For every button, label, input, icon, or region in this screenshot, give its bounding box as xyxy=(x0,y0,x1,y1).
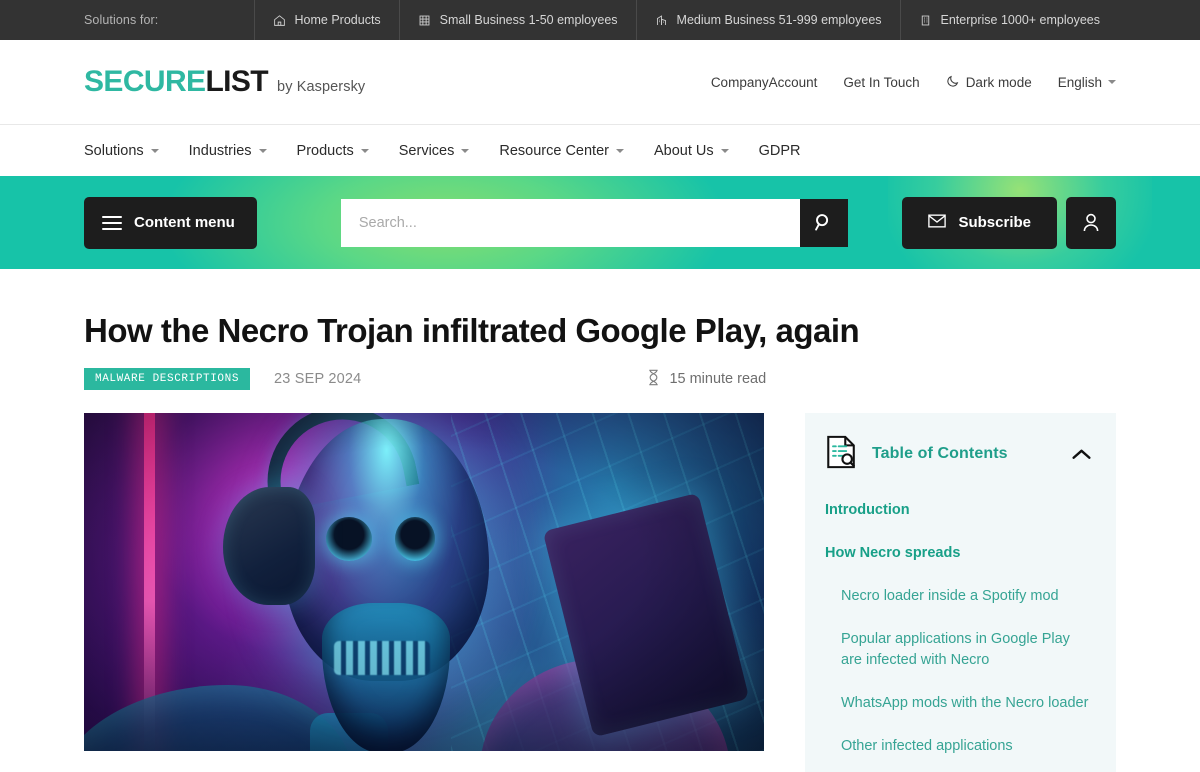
language-label: English xyxy=(1057,74,1102,90)
toc-collapse-button[interactable] xyxy=(1071,448,1092,461)
get-in-touch-link[interactable]: Get In Touch xyxy=(843,75,919,90)
chevron-down-icon xyxy=(1108,80,1116,84)
chevron-down-icon xyxy=(360,148,369,153)
segment-label: Home Products xyxy=(294,13,381,27)
chevron-down-icon xyxy=(720,148,729,153)
content-menu-button[interactable]: Content menu xyxy=(84,196,257,249)
company-account-link[interactable]: CompanyAccount xyxy=(711,75,818,90)
user-icon xyxy=(1083,213,1099,232)
dark-mode-toggle[interactable]: Dark mode xyxy=(946,74,1032,91)
hero-vignette xyxy=(84,412,764,751)
chevron-down-icon xyxy=(615,148,624,153)
audience-segments: Home Products Small Business 1-50 employ… xyxy=(253,0,1200,40)
nav-item-industries[interactable]: Industries xyxy=(189,143,267,159)
nav-item-services[interactable]: Services xyxy=(399,143,470,159)
toc-item-popular-apps-google-play[interactable]: Popular applications in Google Play are … xyxy=(841,629,1092,671)
get-in-touch-label: Get In Touch xyxy=(843,74,920,90)
toc-item-necro-loader-spotify-mod[interactable]: Necro loader inside a Spotify mod xyxy=(841,586,1092,607)
segment-label: Small Business 1-50 employees xyxy=(439,13,618,27)
search-icon xyxy=(815,214,829,231)
segment-label: Medium Business 51-999 employees xyxy=(676,13,882,27)
read-time-label: 15 minute read xyxy=(669,371,767,388)
dark-mode-label: Dark mode xyxy=(965,74,1032,90)
subscribe-button[interactable]: Subscribe xyxy=(902,196,1057,249)
nav-label: GDPR xyxy=(758,142,801,159)
nav-label: Products xyxy=(296,142,354,159)
nav-label: Industries xyxy=(188,142,252,159)
home-icon xyxy=(273,14,286,27)
chevron-up-icon xyxy=(1072,449,1091,459)
header-links: CompanyAccount Get In Touch Dark mode En… xyxy=(711,74,1116,91)
content-menu-label: Content menu xyxy=(134,214,235,231)
hourglass-icon xyxy=(647,369,660,390)
chevron-down-icon xyxy=(258,148,267,153)
toc-item-how-necro-spreads[interactable]: How Necro spreads xyxy=(825,543,1092,564)
table-of-contents-panel: Table of Contents Introduction How Necro… xyxy=(805,412,1116,772)
logo-secure: SECURE xyxy=(84,65,206,98)
logo-text: SECURELIST xyxy=(84,65,269,98)
publish-date: 23 SEP 2024 xyxy=(274,371,362,388)
nav-item-resource-center[interactable]: Resource Center xyxy=(499,143,624,159)
toc-icon-svg xyxy=(827,435,855,469)
moon-icon xyxy=(946,74,960,91)
toc-title: Table of Contents xyxy=(872,445,1008,463)
page-title: How the Necro Trojan infiltrated Google … xyxy=(84,312,860,349)
toc-item-whatsapp-mods[interactable]: WhatsApp mods with the Necro loader xyxy=(841,693,1092,714)
solutions-for-label: Solutions for: xyxy=(84,13,159,27)
article-meta: MALWARE DESCRIPTIONS 23 SEP 2024 15 minu… xyxy=(84,368,1116,391)
search-band: Content menu Subscribe xyxy=(0,176,1200,269)
hamburger-icon xyxy=(102,215,122,230)
nav-label: Solutions xyxy=(84,142,144,159)
nav-item-about-us[interactable]: About Us xyxy=(654,143,729,159)
toc-list: Introduction How Necro spreads Necro loa… xyxy=(825,500,1092,772)
article-page: How the Necro Trojan infiltrated Google … xyxy=(0,312,1200,772)
segment-small-business[interactable]: Small Business 1-50 employees xyxy=(398,0,636,40)
account-button[interactable] xyxy=(1066,196,1116,249)
nav-item-solutions[interactable]: Solutions xyxy=(84,143,159,159)
toc-header[interactable]: Table of Contents xyxy=(825,435,1092,474)
toc-item-other-infected-applications[interactable]: Other infected applications xyxy=(841,736,1092,757)
logo-byline: by Kaspersky xyxy=(277,79,366,95)
nav-label: Resource Center xyxy=(499,142,609,159)
utility-topbar: Solutions for: Home Products Small Busin… xyxy=(0,0,1200,40)
company-account-label: CompanyAccount xyxy=(710,74,818,90)
band-actions: Subscribe xyxy=(902,196,1116,249)
document-search-icon xyxy=(825,435,858,474)
envelope-icon xyxy=(928,213,947,232)
chevron-down-icon xyxy=(461,148,470,153)
segment-medium-business[interactable]: Medium Business 51-999 employees xyxy=(635,0,900,40)
site-logo[interactable]: SECURELIST by Kaspersky xyxy=(84,67,365,97)
article-columns: Table of Contents Introduction How Necro… xyxy=(84,412,1116,772)
medium-building-icon xyxy=(655,14,668,27)
subscribe-label: Subscribe xyxy=(958,214,1031,231)
logo-list: LIST xyxy=(205,65,269,98)
nav-label: Services xyxy=(398,142,455,159)
nav-item-products[interactable]: Products xyxy=(297,143,369,159)
search-form xyxy=(340,198,848,247)
chevron-down-icon xyxy=(150,148,159,153)
toc-item-introduction[interactable]: Introduction xyxy=(825,500,1092,521)
search-input[interactable] xyxy=(340,198,800,247)
segment-enterprise[interactable]: Enterprise 1000+ employees xyxy=(899,0,1200,40)
article-hero-image xyxy=(84,412,764,751)
site-header: SECURELIST by Kaspersky CompanyAccount G… xyxy=(0,40,1200,124)
search-submit-button[interactable] xyxy=(799,198,848,247)
nav-label: About Us xyxy=(653,142,714,159)
main-navigation: Solutions Industries Products Services R… xyxy=(0,124,1200,176)
segment-home-products[interactable]: Home Products xyxy=(253,0,399,40)
enterprise-building-icon xyxy=(919,14,932,27)
language-selector[interactable]: English xyxy=(1058,75,1116,90)
category-badge[interactable]: MALWARE DESCRIPTIONS xyxy=(84,368,251,391)
small-building-icon xyxy=(418,14,431,27)
segment-label: Enterprise 1000+ employees xyxy=(940,13,1100,27)
nav-item-gdpr[interactable]: GDPR xyxy=(759,143,801,159)
read-time: 15 minute read xyxy=(647,369,766,390)
